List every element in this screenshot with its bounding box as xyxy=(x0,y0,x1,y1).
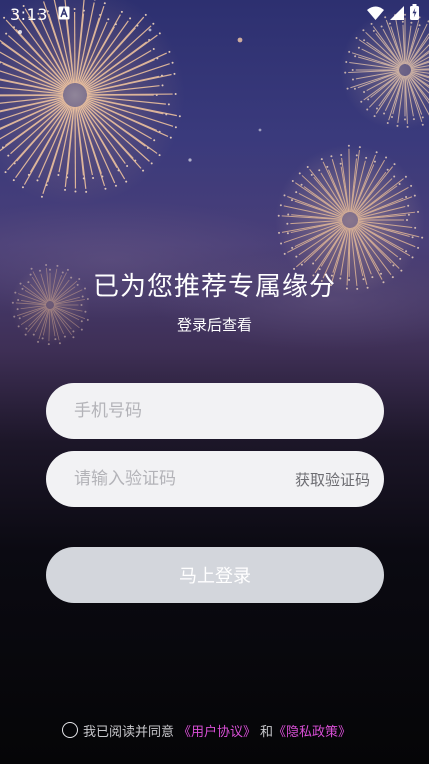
privacy-policy-link[interactable]: 《隐私政策》 xyxy=(273,721,351,740)
notification-a-icon xyxy=(58,5,70,24)
status-right xyxy=(367,4,419,24)
status-time: 3:13 xyxy=(10,4,48,24)
agreement-prefix: 我已阅读并同意 xyxy=(83,724,175,740)
fireworks-background xyxy=(0,0,429,350)
wifi-icon xyxy=(367,5,384,24)
verification-code-input[interactable] xyxy=(72,468,295,490)
battery-charging-icon xyxy=(410,4,419,24)
phone-field[interactable] xyxy=(46,383,384,439)
hero-subtitle: 登录后查看 xyxy=(176,316,252,334)
get-code-button[interactable]: 获取验证码 xyxy=(295,469,370,490)
agreement-conjunction: 和 xyxy=(260,724,274,740)
phone-input[interactable] xyxy=(72,400,362,422)
status-left: 3:13 xyxy=(10,5,70,24)
verification-code-field[interactable]: 获取验证码 xyxy=(46,451,384,507)
agreement-checkbox[interactable] xyxy=(62,722,78,738)
status-bar: 3:13 xyxy=(0,0,429,28)
user-agreement-link[interactable]: 《用户协议》 xyxy=(178,721,256,740)
cellular-signal-icon xyxy=(390,5,404,24)
agreement-row: 我已阅读并同意 《用户协议》 和 《隐私政策》 xyxy=(62,719,351,741)
login-button[interactable]: 马上登录 xyxy=(46,547,384,603)
hero-title: 已为您推荐专属缘分 xyxy=(92,272,336,302)
